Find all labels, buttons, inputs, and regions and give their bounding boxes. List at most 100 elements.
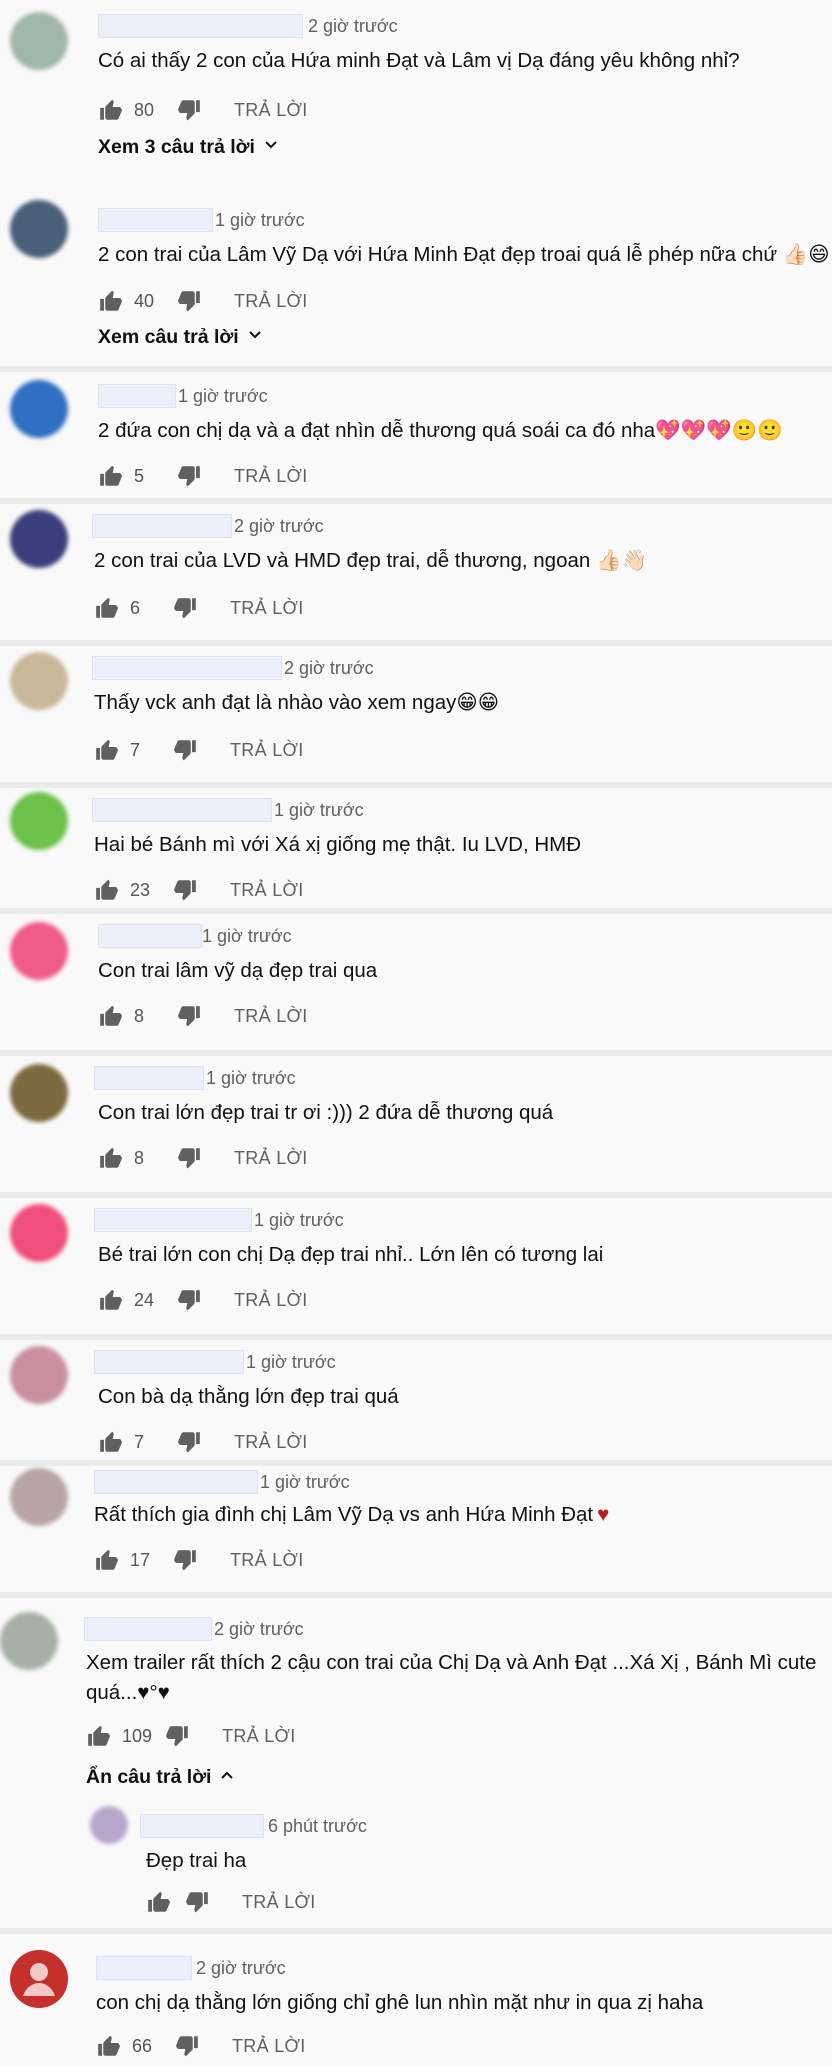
thumbs-down-icon[interactable] — [176, 463, 202, 489]
comment-timestamp[interactable]: 1 giờ trước — [254, 1210, 344, 1231]
view-replies-button[interactable]: Xem 3 câu trả lời — [98, 136, 279, 159]
thumbs-down-icon[interactable] — [174, 2033, 200, 2059]
comment-actions: 7 TRẢ LỜI — [94, 736, 304, 764]
avatar[interactable] — [10, 510, 68, 568]
thumbs-down-icon[interactable] — [184, 1889, 210, 1915]
thumbs-up-icon[interactable] — [146, 1889, 172, 1915]
thumbs-up-icon[interactable] — [98, 1287, 124, 1313]
avatar[interactable] — [10, 380, 68, 438]
thumbs-up-icon[interactable] — [96, 2033, 122, 2059]
view-replies-button[interactable]: Xem câu trả lời — [98, 326, 263, 349]
author-name[interactable] — [98, 14, 303, 38]
comment-timestamp[interactable]: 1 giờ trước — [274, 800, 364, 821]
author-name[interactable] — [92, 798, 272, 822]
reply-button[interactable]: TRẢ LỜI — [234, 466, 308, 487]
comment-body: con chị dạ thằng lớn giống chỉ ghê lun n… — [96, 1991, 704, 2014]
avatar[interactable] — [10, 1468, 68, 1526]
reply-button[interactable]: TRẢ LỜI — [230, 740, 304, 761]
avatar[interactable] — [90, 1806, 128, 1844]
author-name[interactable] — [94, 1470, 258, 1494]
avatar[interactable] — [10, 652, 68, 710]
author-name[interactable] — [98, 384, 176, 408]
thumbs-down-icon[interactable] — [176, 1003, 202, 1029]
comment-timestamp[interactable]: 2 giờ trước — [308, 16, 398, 37]
thumbs-down-icon[interactable] — [176, 288, 202, 314]
reply-button[interactable]: TRẢ LỜI — [242, 1892, 316, 1913]
view-replies-button[interactable]: Ẩn câu trả lời — [86, 1766, 235, 1789]
chevron-up-icon — [219, 1766, 235, 1789]
thumbs-down-icon[interactable] — [172, 877, 198, 903]
avatar[interactable] — [10, 1204, 68, 1262]
reply-button[interactable]: TRẢ LỜI — [230, 1550, 304, 1571]
comment-timestamp[interactable]: 2 giờ trước — [196, 1958, 286, 1979]
thumbs-up-icon[interactable] — [98, 97, 124, 123]
like-count: 80 — [134, 99, 155, 120]
thumbs-down-icon[interactable] — [172, 737, 198, 763]
comment-timestamp[interactable]: 1 giờ trước — [178, 386, 268, 407]
thumbs-down-icon[interactable] — [176, 97, 202, 123]
author-name[interactable] — [94, 1066, 204, 1090]
comment-actions: 8 TRẢ LỜI — [98, 1002, 308, 1030]
reply-button[interactable]: TRẢ LỜI — [234, 1290, 308, 1311]
author-name[interactable] — [94, 1350, 244, 1374]
thumbs-up-icon[interactable] — [94, 877, 120, 903]
reply-button[interactable]: TRẢ LỜI — [234, 291, 308, 312]
author-name[interactable] — [98, 924, 202, 948]
thumbs-down-icon[interactable] — [176, 1429, 202, 1455]
comment-body: 2 con trai của LVD và HMD đẹp trai, dễ t… — [94, 549, 648, 572]
avatar[interactable] — [10, 200, 68, 258]
reply-button[interactable]: TRẢ LỜI — [234, 1148, 308, 1169]
comment-text: Hai bé Bánh mì với Xá xị giống mẹ thật. … — [94, 830, 581, 860]
thumbs-up-icon[interactable] — [94, 1547, 120, 1573]
comment-separator — [0, 908, 832, 914]
author-name[interactable] — [92, 656, 282, 680]
reply-button[interactable]: TRẢ LỜI — [222, 1726, 296, 1747]
comment-text: Con bà dạ thằng lớn đẹp trai quá — [98, 1382, 399, 1412]
heart-emoji: ♥ — [597, 1503, 610, 1526]
thumbs-up-icon[interactable] — [98, 288, 124, 314]
comment-body: Thấy vck anh đạt là nhào vào xem ngay😁😁 — [94, 691, 500, 714]
avatar[interactable] — [0, 1612, 58, 1670]
reply-button[interactable]: TRẢ LỜI — [234, 1006, 308, 1027]
reply-button[interactable]: TRẢ LỜI — [234, 100, 308, 121]
author-name[interactable] — [140, 1814, 264, 1838]
comment-timestamp[interactable]: 1 giờ trước — [215, 210, 305, 231]
thumbs-up-icon[interactable] — [98, 1145, 124, 1171]
author-name[interactable] — [92, 514, 232, 538]
avatar[interactable] — [10, 1346, 68, 1404]
reply-button[interactable]: TRẢ LỜI — [230, 598, 304, 619]
comment-body: Xem trailer rất thích 2 cậu con trai của… — [86, 1651, 817, 1704]
thumbs-down-icon[interactable] — [176, 1287, 202, 1313]
thumbs-down-icon[interactable] — [172, 1547, 198, 1573]
reply-button[interactable]: TRẢ LỜI — [230, 880, 304, 901]
comment-timestamp[interactable]: 1 giờ trước — [260, 1472, 350, 1493]
avatar[interactable] — [10, 12, 68, 70]
comment-separator — [0, 782, 832, 788]
thumbs-down-icon[interactable] — [172, 595, 198, 621]
author-name[interactable] — [98, 208, 213, 232]
avatar[interactable] — [10, 792, 68, 850]
thumbs-up-icon[interactable] — [94, 737, 120, 763]
reply-button[interactable]: TRẢ LỜI — [234, 1432, 308, 1453]
thumbs-up-icon[interactable] — [98, 463, 124, 489]
reply-button[interactable]: TRẢ LỜI — [232, 2036, 306, 2057]
default-avatar-icon[interactable] — [10, 1950, 68, 2008]
author-name[interactable] — [96, 1956, 192, 1980]
comment-timestamp[interactable]: 1 giờ trước — [202, 926, 292, 947]
comment-timestamp[interactable]: 2 giờ trước — [234, 516, 324, 537]
thumbs-down-icon[interactable] — [176, 1145, 202, 1171]
avatar[interactable] — [10, 1064, 68, 1122]
author-name[interactable] — [94, 1208, 252, 1232]
comment-timestamp[interactable]: 2 giờ trước — [214, 1619, 304, 1640]
comment-timestamp[interactable]: 2 giờ trước — [284, 658, 374, 679]
thumbs-up-icon[interactable] — [98, 1429, 124, 1455]
comment-timestamp[interactable]: 1 giờ trước — [246, 1352, 336, 1373]
thumbs-down-icon[interactable] — [164, 1723, 190, 1749]
avatar[interactable] — [10, 922, 68, 980]
thumbs-up-icon[interactable] — [86, 1723, 112, 1749]
comment-timestamp[interactable]: 1 giờ trước — [206, 1068, 296, 1089]
author-name[interactable] — [84, 1617, 212, 1641]
thumbs-up-icon[interactable] — [94, 595, 120, 621]
thumbs-up-icon[interactable] — [98, 1003, 124, 1029]
comment-timestamp[interactable]: 6 phút trước — [268, 1816, 367, 1837]
